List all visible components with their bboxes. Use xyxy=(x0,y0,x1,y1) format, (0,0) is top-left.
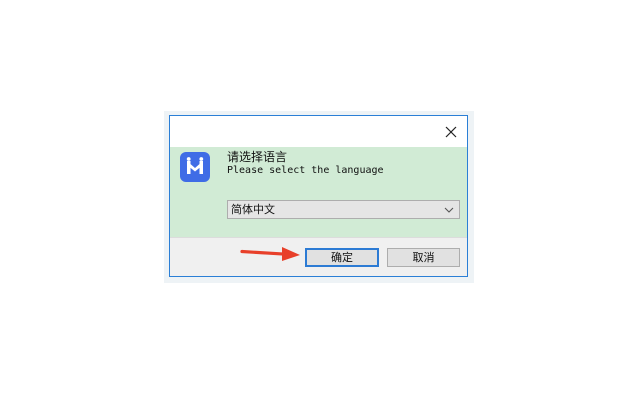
prompt-english: Please select the language xyxy=(227,165,384,176)
chevron-down-icon xyxy=(444,206,454,214)
ok-button[interactable]: 确定 xyxy=(305,248,379,267)
screenshot-canvas: 请选择语言 Please select the language 简体中文 确定… xyxy=(0,0,640,400)
close-button[interactable] xyxy=(441,122,461,142)
close-icon xyxy=(441,122,461,142)
prompt-chinese: 请选择语言 xyxy=(227,150,288,164)
red-arrow-icon xyxy=(240,243,302,263)
dialog-footer: 确定 取消 xyxy=(170,237,467,276)
language-dialog: 请选择语言 Please select the language 简体中文 确定… xyxy=(169,115,468,277)
language-dropdown[interactable]: 简体中文 xyxy=(227,200,460,219)
app-logo-icon xyxy=(180,152,210,182)
cancel-button[interactable]: 取消 xyxy=(387,248,460,267)
language-selected-value: 简体中文 xyxy=(231,203,275,216)
dialog-titlebar xyxy=(170,116,467,147)
dialog-content: 请选择语言 Please select the language 简体中文 xyxy=(170,147,467,237)
